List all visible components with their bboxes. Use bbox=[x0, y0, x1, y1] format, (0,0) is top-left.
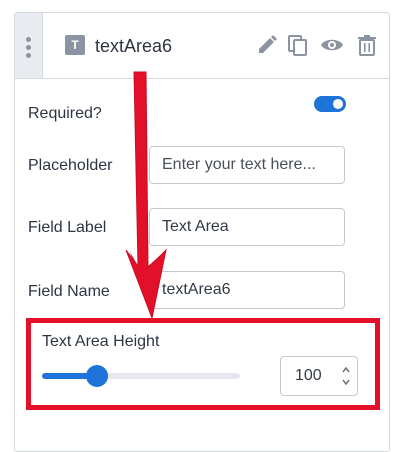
annotation-arrow-icon bbox=[125, 71, 167, 320]
